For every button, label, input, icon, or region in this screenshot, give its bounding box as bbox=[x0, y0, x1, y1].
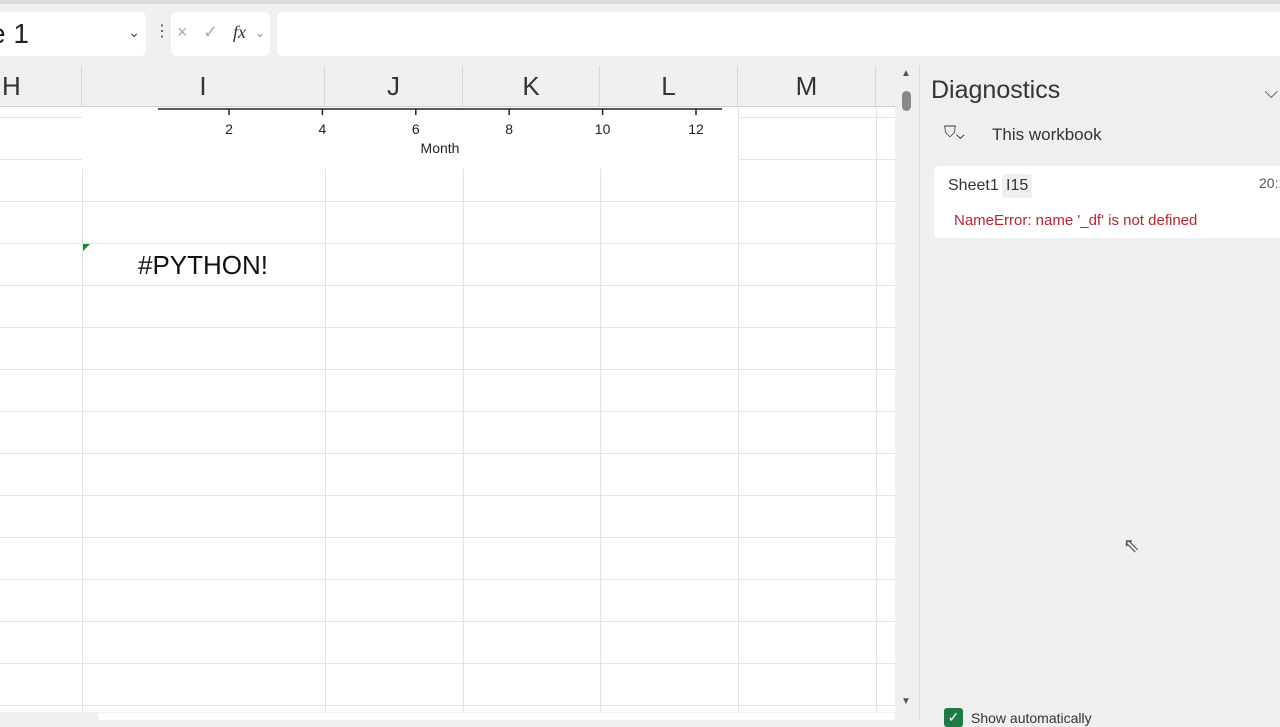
cell-reference[interactable]: I15 bbox=[1002, 174, 1033, 198]
row-gridline bbox=[0, 285, 895, 286]
row-gridline bbox=[0, 495, 895, 496]
show-automatically-checkbox[interactable]: ✓ Show automatically bbox=[944, 708, 1092, 727]
x-tick-label: 8 bbox=[505, 121, 514, 137]
scope-label[interactable]: This workbook bbox=[992, 125, 1102, 145]
horizontal-scrollbar[interactable] bbox=[0, 712, 895, 720]
row-gridline bbox=[0, 705, 895, 706]
show-automatically-label: Show automatically bbox=[971, 709, 1092, 726]
column-gridline bbox=[325, 107, 326, 720]
filter-icon[interactable]: ⛉⌄ bbox=[944, 124, 965, 142]
x-tick-label: 12 bbox=[688, 121, 704, 137]
column-gridline bbox=[876, 107, 877, 720]
sheet-name: Sheet1 bbox=[948, 177, 999, 194]
chevron-down-icon[interactable]: ⌄ bbox=[128, 24, 140, 41]
row-gridline bbox=[0, 621, 895, 622]
scrollbar-thumb[interactable] bbox=[902, 91, 911, 111]
column-gridline bbox=[82, 107, 83, 720]
x-axis bbox=[158, 108, 722, 115]
column-gridline bbox=[600, 107, 601, 720]
column-header-J[interactable]: J bbox=[325, 66, 463, 107]
column-header-M[interactable]: M bbox=[738, 66, 876, 107]
cancel-icon[interactable]: × bbox=[177, 22, 188, 43]
chart-image[interactable]: 2 4 6 8 10 12 Month bbox=[82, 107, 738, 169]
scrollbar-thumb[interactable] bbox=[98, 713, 895, 720]
diagnostics-pane: Diagnostics ⌵ ⛉⌄ This workbook Sheet1 I1… bbox=[919, 66, 1280, 727]
chevron-down-icon[interactable]: ⌵ bbox=[1264, 82, 1278, 103]
checkbox-checked-icon[interactable]: ✓ bbox=[944, 708, 963, 727]
column-header-I[interactable]: I bbox=[82, 66, 325, 107]
row-gridline bbox=[0, 369, 895, 370]
x-axis-label: Month bbox=[420, 140, 460, 156]
column-header-K[interactable]: K bbox=[463, 66, 600, 107]
row-gridline bbox=[0, 411, 895, 412]
formula-input[interactable] bbox=[277, 12, 1280, 56]
scroll-down-icon[interactable]: ▼ bbox=[901, 696, 911, 707]
x-tick-label: 10 bbox=[594, 121, 611, 137]
pane-title: Diagnostics bbox=[931, 76, 1061, 104]
x-tick-label: 2 bbox=[225, 121, 233, 137]
name-box-value: e 1 bbox=[0, 18, 29, 49]
vertical-scrollbar[interactable]: ▲ ▼ bbox=[896, 66, 918, 720]
mouse-cursor-icon: ⇖ bbox=[1123, 535, 1140, 557]
diagnostic-item[interactable]: Sheet1 I15 20:1 NameError: name '_df' is… bbox=[934, 166, 1280, 238]
column-header-H[interactable]: H bbox=[0, 66, 82, 107]
row-gridline bbox=[0, 579, 895, 580]
row-gridline bbox=[0, 201, 895, 202]
error-indicator bbox=[83, 244, 90, 251]
row-gridline bbox=[0, 663, 895, 664]
x-tick-label: 4 bbox=[318, 121, 327, 137]
cell-I15[interactable]: #PYTHON! bbox=[138, 250, 268, 281]
insert-function-icon[interactable]: fx bbox=[233, 22, 246, 43]
enter-icon[interactable]: ✓ bbox=[203, 22, 218, 43]
row-gridline bbox=[0, 327, 895, 328]
more-icon[interactable]: ⋮ bbox=[154, 24, 170, 40]
chevron-down-icon[interactable]: ⌄ bbox=[255, 26, 265, 40]
column-header-L[interactable]: L bbox=[600, 66, 738, 107]
cell-grid[interactable]: 2 4 6 8 10 12 Month #PYTHON! bbox=[0, 107, 895, 720]
timestamp: 20:1 bbox=[1259, 175, 1280, 191]
name-box[interactable]: e 1 ⌄ bbox=[0, 12, 146, 56]
formula-controls: × ✓ fx ⌄ bbox=[171, 12, 270, 56]
row-gridline bbox=[0, 537, 895, 538]
ribbon-edge bbox=[0, 0, 1280, 4]
error-message: NameError: name '_df' is not defined bbox=[954, 212, 1198, 229]
column-gridline bbox=[463, 107, 464, 720]
column-gridline bbox=[738, 107, 739, 720]
x-tick-label: 6 bbox=[411, 121, 420, 137]
scroll-up-icon[interactable]: ▲ bbox=[901, 68, 911, 79]
row-gridline bbox=[0, 243, 895, 244]
row-gridline bbox=[0, 453, 895, 454]
